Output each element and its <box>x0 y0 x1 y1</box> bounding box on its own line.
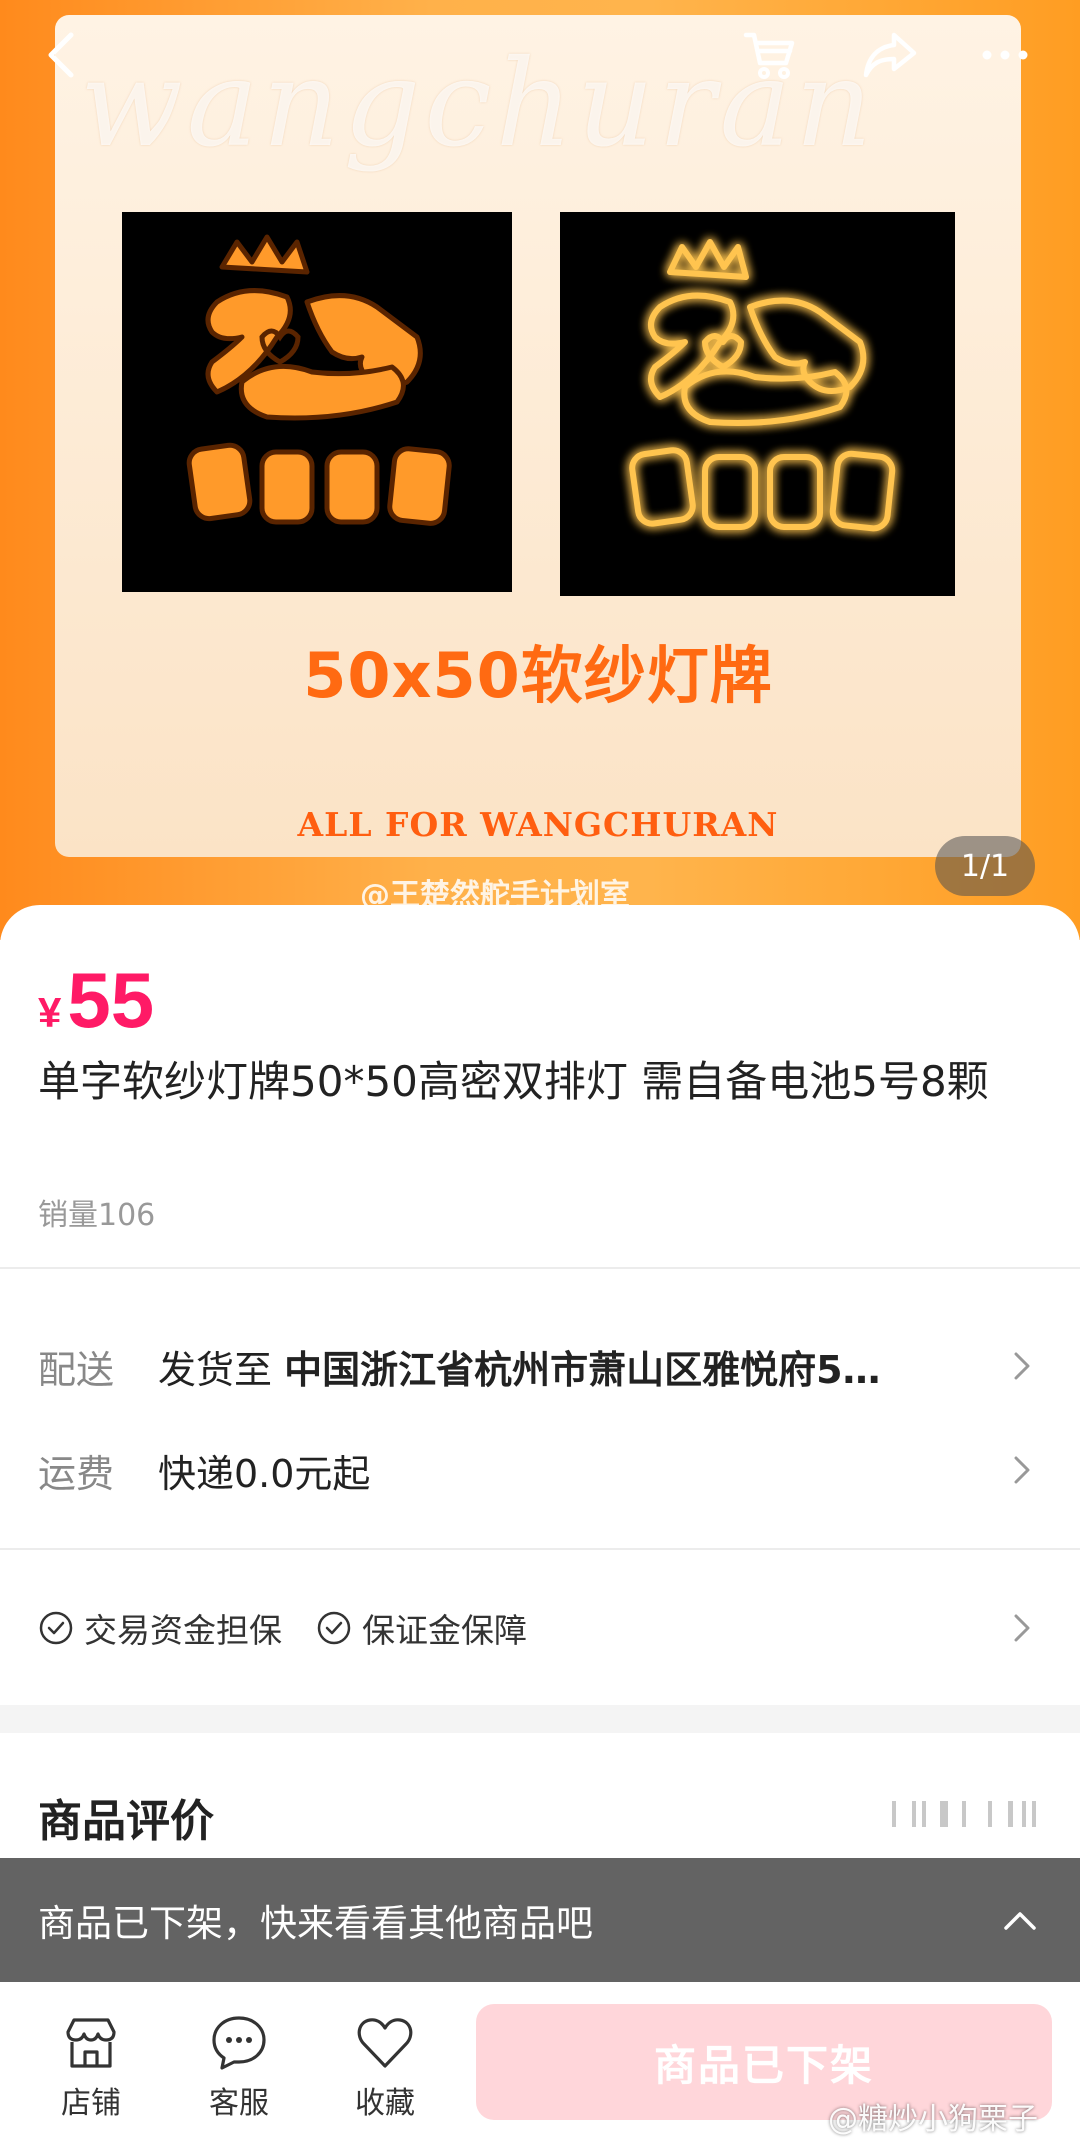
chat-icon <box>212 2016 266 2070</box>
check-circle-icon <box>39 1611 73 1645</box>
divider <box>0 1267 1080 1269</box>
chevron-right-icon <box>1002 1450 1042 1490</box>
heart-icon <box>357 2018 413 2068</box>
sales-count: 销量106 <box>38 1198 156 1233</box>
image-caption: 50x50软纱灯牌 <box>303 639 773 712</box>
product-image[interactable]: wangchuran 50x50软纱灯牌 ALL FOR WANGCHURAN … <box>0 0 1080 940</box>
delivery-address: 中国浙江省杭州市萧山区雅悦府5… <box>284 1347 881 1392</box>
store-icon <box>66 2018 116 2068</box>
chevron-up-icon <box>1004 1912 1036 1930</box>
source-watermark: @糖炒小狗栗子 <box>828 2102 1038 2137</box>
delivery-value: 发货至 中国浙江省杭州市萧山区雅悦府5… <box>158 1339 1002 1394</box>
product-title: 单字软纱灯牌50*50高密双排灯 需自备电池5号8颗 <box>38 1057 989 1106</box>
tab-favorite-label: 收藏 <box>355 2086 415 2121</box>
share-icon <box>863 32 917 78</box>
reviews-title: 商品评价 <box>38 1796 214 1847</box>
chevron-right-icon <box>1002 1608 1042 1648</box>
divider <box>0 1548 1080 1550</box>
image-card: wangchuran 50x50软纱灯牌 ALL FOR WANGCHURAN <box>55 15 1021 857</box>
delivery-row[interactable]: 配送 发货至 中国浙江省杭州市萧山区雅悦府5… <box>38 1336 1042 1396</box>
sign-preview-lit <box>560 212 955 596</box>
shipping-value: 快递0.0元起 <box>158 1451 371 1496</box>
sign-glow-art-icon <box>629 239 896 532</box>
currency-symbol: ¥ <box>38 989 62 1036</box>
cart-icon <box>743 32 795 79</box>
back-button[interactable] <box>28 20 98 90</box>
guarantee-item: 交易资金担保 <box>38 1604 282 1652</box>
tab-customer-service-label: 客服 <box>209 2086 269 2121</box>
guarantee-item: 保证金保障 <box>316 1604 527 1652</box>
banner-text: 商品已下架，快来看看其他商品吧 <box>38 1902 593 1945</box>
back-arrow-icon <box>48 32 74 78</box>
shipping-label: 运费 <box>38 1451 115 1496</box>
shipping-row[interactable]: 运费 快递0.0元起 <box>38 1440 1042 1500</box>
image-subcaption: ALL FOR WANGCHURAN <box>297 805 779 844</box>
tab-store-label: 店铺 <box>61 2086 121 2121</box>
price-value: 55 <box>67 956 155 1044</box>
tab-store[interactable]: 店铺 <box>36 2012 146 2122</box>
more-button[interactable] <box>970 20 1040 90</box>
sign-art-icon <box>186 234 452 526</box>
product-page: wangchuran 50x50软纱灯牌 ALL FOR WANGCHURAN … <box>0 0 1080 2139</box>
chevron-right-icon <box>1002 1346 1042 1386</box>
delivery-prefix: 发货至 <box>158 1347 273 1392</box>
guarantee-label: 保证金保障 <box>362 1611 527 1650</box>
guarantee-label: 交易资金担保 <box>84 1611 282 1650</box>
cart-button[interactable] <box>735 20 805 90</box>
image-page-counter: 1/1 <box>935 836 1035 896</box>
guarantee-row[interactable]: 交易资金担保 保证金保障 <box>38 1603 1042 1653</box>
price: ¥ 55 <box>38 955 154 1046</box>
more-icon <box>982 50 1028 60</box>
section-gap <box>0 1705 1080 1733</box>
check-circle-icon <box>317 1611 351 1645</box>
tab-customer-service[interactable]: 客服 <box>184 2012 294 2122</box>
share-button[interactable] <box>855 20 925 90</box>
product-removed-banner[interactable]: 商品已下架，快来看看其他商品吧 <box>0 1858 1080 1982</box>
loading-placeholder-icon <box>892 1801 1036 1827</box>
delivery-label: 配送 <box>38 1347 115 1392</box>
tab-favorite[interactable]: 收藏 <box>330 2012 440 2122</box>
sign-preview-off <box>122 212 512 592</box>
